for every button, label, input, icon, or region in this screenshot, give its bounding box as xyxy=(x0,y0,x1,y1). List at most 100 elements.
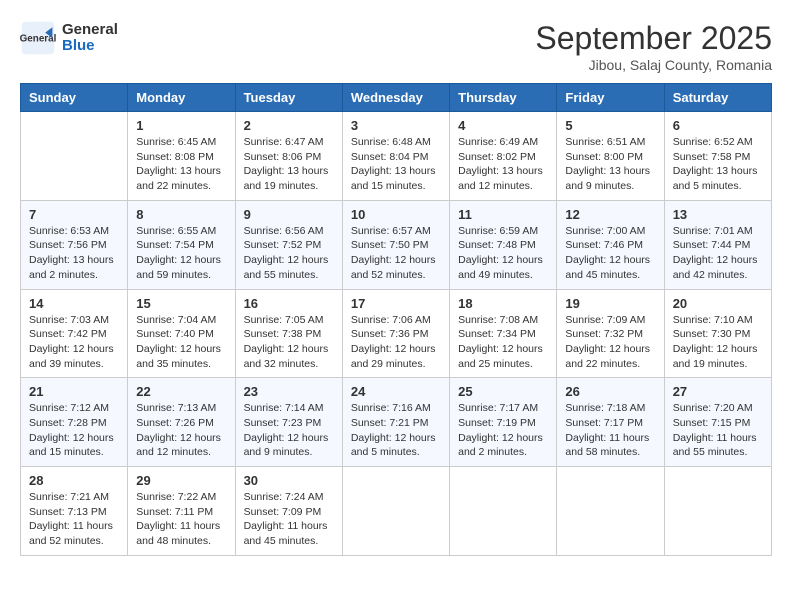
day-number: 17 xyxy=(351,296,441,311)
day-info: Sunrise: 7:20 AMSunset: 7:15 PMDaylight:… xyxy=(673,401,763,460)
day-number: 27 xyxy=(673,384,763,399)
day-number: 13 xyxy=(673,207,763,222)
logo-icon: General xyxy=(20,20,56,56)
calendar-cell: 25 Sunrise: 7:17 AMSunset: 7:19 PMDayligh… xyxy=(450,378,557,467)
calendar-week-5: 28 Sunrise: 7:21 AMSunset: 7:13 PMDayligh… xyxy=(21,467,772,556)
day-info: Sunrise: 6:59 AMSunset: 7:48 PMDaylight:… xyxy=(458,224,548,283)
day-info: Sunrise: 7:08 AMSunset: 7:34 PMDaylight:… xyxy=(458,313,548,372)
day-info: Sunrise: 7:17 AMSunset: 7:19 PMDaylight:… xyxy=(458,401,548,460)
day-number: 10 xyxy=(351,207,441,222)
day-header-thursday: Thursday xyxy=(450,84,557,112)
calendar-cell: 20Sunrise: 7:10 AMSunset: 7:30 PMDayligh… xyxy=(664,289,771,378)
day-number: 21 xyxy=(29,384,119,399)
day-number: 26 xyxy=(565,384,655,399)
day-number: 14 xyxy=(29,296,119,311)
day-info: Sunrise: 7:09 AMSunset: 7:32 PMDaylight:… xyxy=(565,313,655,372)
calendar-cell xyxy=(557,467,664,556)
calendar-cell: 6Sunrise: 6:52 AMSunset: 7:58 PMDaylight… xyxy=(664,112,771,201)
day-info: Sunrise: 7:21 AMSunset: 7:13 PMDaylight:… xyxy=(29,490,119,549)
calendar-cell: 4Sunrise: 6:49 AMSunset: 8:02 PMDaylight… xyxy=(450,112,557,201)
calendar-cell: 19Sunrise: 7:09 AMSunset: 7:32 PMDayligh… xyxy=(557,289,664,378)
day-number: 22 xyxy=(136,384,226,399)
day-info: Sunrise: 6:55 AMSunset: 7:54 PMDaylight:… xyxy=(136,224,226,283)
day-info: Sunrise: 6:53 AMSunset: 7:56 PMDaylight:… xyxy=(29,224,119,283)
month-title: September 2025 xyxy=(535,20,772,57)
calendar-cell: 3 Sunrise: 6:48 AMSunset: 8:04 PMDaylight… xyxy=(342,112,449,201)
day-number: 29 xyxy=(136,473,226,488)
calendar-cell xyxy=(21,112,128,201)
day-number: 6 xyxy=(673,118,763,133)
day-info: Sunrise: 6:56 AMSunset: 7:52 PMDaylight:… xyxy=(244,224,334,283)
blue-label: Blue xyxy=(62,37,95,54)
calendar-cell: 30Sunrise: 7:24 AMSunset: 7:09 PMDayligh… xyxy=(235,467,342,556)
day-info: Sunrise: 7:12 AMSunset: 7:28 PMDaylight:… xyxy=(29,401,119,460)
day-number: 28 xyxy=(29,473,119,488)
day-info: Sunrise: 7:16 AMSunset: 7:21 PMDaylight:… xyxy=(351,401,441,460)
page-header: General General Blue September 2025 Jibo… xyxy=(20,20,772,73)
day-header-sunday: Sunday xyxy=(21,84,128,112)
calendar-cell xyxy=(450,467,557,556)
day-number: 2 xyxy=(244,118,334,133)
logo: General General Blue xyxy=(20,20,118,56)
day-info: Sunrise: 6:57 AMSunset: 7:50 PMDaylight:… xyxy=(351,224,441,283)
day-info: Sunrise: 6:45 AMSunset: 8:08 PMDaylight:… xyxy=(136,135,226,194)
day-number: 7 xyxy=(29,207,119,222)
day-number: 12 xyxy=(565,207,655,222)
calendar-cell: 15Sunrise: 7:04 AMSunset: 7:40 PMDayligh… xyxy=(128,289,235,378)
calendar-cell: 17 Sunrise: 7:06 AMSunset: 7:36 PMDayligh… xyxy=(342,289,449,378)
day-header-tuesday: Tuesday xyxy=(235,84,342,112)
calendar-cell: 26 Sunrise: 7:18 AMSunset: 7:17 PMDayligh… xyxy=(557,378,664,467)
day-info: Sunrise: 7:13 AMSunset: 7:26 PMDaylight:… xyxy=(136,401,226,460)
calendar-cell: 23 Sunrise: 7:14 AMSunset: 7:23 PMDayligh… xyxy=(235,378,342,467)
calendar-cell: 8Sunrise: 6:55 AMSunset: 7:54 PMDaylight… xyxy=(128,200,235,289)
day-number: 23 xyxy=(244,384,334,399)
day-number: 15 xyxy=(136,296,226,311)
calendar-cell: 9 Sunrise: 6:56 AMSunset: 7:52 PMDaylight… xyxy=(235,200,342,289)
calendar-cell: 16 Sunrise: 7:05 AMSunset: 7:38 PMDayligh… xyxy=(235,289,342,378)
calendar-week-1: 1 Sunrise: 6:45 AMSunset: 8:08 PMDaylight… xyxy=(21,112,772,201)
day-info: Sunrise: 6:47 AMSunset: 8:06 PMDaylight:… xyxy=(244,135,334,194)
day-info: Sunrise: 7:05 AMSunset: 7:38 PMDaylight:… xyxy=(244,313,334,372)
day-number: 18 xyxy=(458,296,548,311)
logo-general-text: General xyxy=(62,22,118,39)
day-number: 4 xyxy=(458,118,548,133)
calendar-cell: 12 Sunrise: 7:00 AMSunset: 7:46 PMDayligh… xyxy=(557,200,664,289)
day-number: 9 xyxy=(244,207,334,222)
day-info: Sunrise: 7:01 AMSunset: 7:44 PMDaylight:… xyxy=(673,224,763,283)
day-info: Sunrise: 6:48 AMSunset: 8:04 PMDaylight:… xyxy=(351,135,441,194)
day-header-monday: Monday xyxy=(128,84,235,112)
day-number: 11 xyxy=(458,207,548,222)
calendar-cell: 11 Sunrise: 6:59 AMSunset: 7:48 PMDayligh… xyxy=(450,200,557,289)
day-info: Sunrise: 7:14 AMSunset: 7:23 PMDaylight:… xyxy=(244,401,334,460)
day-number: 30 xyxy=(244,473,334,488)
calendar-cell: 29Sunrise: 7:22 AMSunset: 7:11 PMDayligh… xyxy=(128,467,235,556)
general-label: General xyxy=(62,21,118,38)
day-info: Sunrise: 7:18 AMSunset: 7:17 PMDaylight:… xyxy=(565,401,655,460)
calendar-cell: 5Sunrise: 6:51 AMSunset: 8:00 PMDaylight… xyxy=(557,112,664,201)
title-block: September 2025 Jibou, Salaj County, Roma… xyxy=(535,20,772,73)
day-number: 24 xyxy=(351,384,441,399)
calendar-cell: 18 Sunrise: 7:08 AMSunset: 7:34 PMDayligh… xyxy=(450,289,557,378)
calendar-cell: 7 Sunrise: 6:53 AMSunset: 7:56 PMDaylight… xyxy=(21,200,128,289)
calendar-week-2: 7 Sunrise: 6:53 AMSunset: 7:56 PMDaylight… xyxy=(21,200,772,289)
calendar-cell: 24 Sunrise: 7:16 AMSunset: 7:21 PMDayligh… xyxy=(342,378,449,467)
logo-blue-text: Blue xyxy=(62,38,118,55)
day-number: 16 xyxy=(244,296,334,311)
calendar-cell: 21 Sunrise: 7:12 AMSunset: 7:28 PMDayligh… xyxy=(21,378,128,467)
calendar-week-4: 21 Sunrise: 7:12 AMSunset: 7:28 PMDayligh… xyxy=(21,378,772,467)
day-info: Sunrise: 7:00 AMSunset: 7:46 PMDaylight:… xyxy=(565,224,655,283)
day-info: Sunrise: 6:51 AMSunset: 8:00 PMDaylight:… xyxy=(565,135,655,194)
calendar-week-3: 14 Sunrise: 7:03 AMSunset: 7:42 PMDayligh… xyxy=(21,289,772,378)
day-number: 25 xyxy=(458,384,548,399)
location-subtitle: Jibou, Salaj County, Romania xyxy=(535,57,772,73)
day-info: Sunrise: 7:03 AMSunset: 7:42 PMDaylight:… xyxy=(29,313,119,372)
calendar-header-row: SundayMondayTuesdayWednesdayThursdayFrid… xyxy=(21,84,772,112)
day-number: 3 xyxy=(351,118,441,133)
day-info: Sunrise: 7:06 AMSunset: 7:36 PMDaylight:… xyxy=(351,313,441,372)
day-number: 1 xyxy=(136,118,226,133)
calendar-cell: 2 Sunrise: 6:47 AMSunset: 8:06 PMDaylight… xyxy=(235,112,342,201)
calendar-cell: 22 Sunrise: 7:13 AMSunset: 7:26 PMDayligh… xyxy=(128,378,235,467)
calendar-cell: 1 Sunrise: 6:45 AMSunset: 8:08 PMDaylight… xyxy=(128,112,235,201)
calendar-cell: 27 Sunrise: 7:20 AMSunset: 7:15 PMDayligh… xyxy=(664,378,771,467)
day-info: Sunrise: 7:10 AMSunset: 7:30 PMDaylight:… xyxy=(673,313,763,372)
